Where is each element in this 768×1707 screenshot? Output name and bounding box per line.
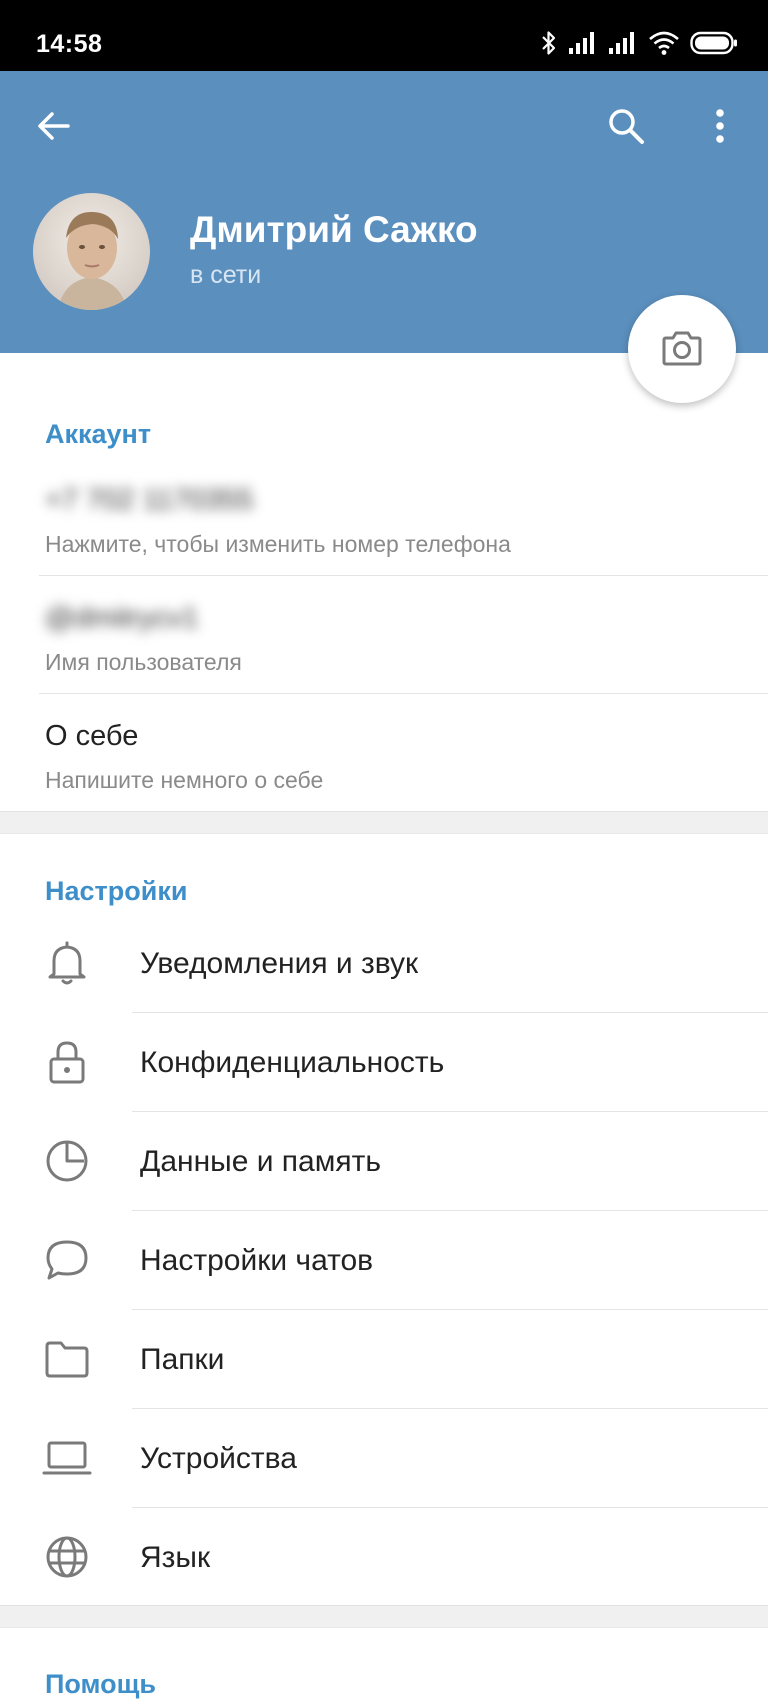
section-title-account: Аккаунт (45, 419, 152, 449)
signal-icon (569, 32, 594, 54)
back-button[interactable] (24, 96, 84, 156)
avatar-photo (33, 193, 150, 310)
phone-hint: Нажмите, чтобы изменить номер телефона (45, 531, 511, 557)
bell-icon (42, 938, 92, 988)
wifi-icon (649, 31, 679, 55)
section-title-settings: Настройки (45, 876, 188, 906)
profile-name: Дмитрий Сажко (190, 209, 478, 250)
username-hint: Имя пользователя (45, 649, 242, 675)
phone-row[interactable]: +7 702 1170355 Нажмите, чтобы изменить н… (0, 460, 768, 578)
section-separator (0, 1605, 768, 1628)
settings-item-notifications[interactable]: Уведомления и звук (0, 914, 768, 1013)
settings-item-label: Уведомления и звук (140, 947, 419, 980)
divider (39, 575, 768, 576)
status-icons (540, 26, 738, 60)
more-options-button[interactable] (690, 96, 750, 156)
set-photo-button[interactable] (628, 295, 736, 403)
settings-item-label: Устройства (140, 1442, 297, 1475)
pie-chart-icon (42, 1136, 92, 1186)
bio-row[interactable]: О себе Напишите немного о себе (0, 696, 768, 814)
status-bar: 14:58 (0, 0, 768, 71)
settings-item-label: Язык (140, 1541, 211, 1574)
search-button[interactable] (596, 96, 656, 156)
settings-item-devices[interactable]: Устройства (0, 1409, 768, 1508)
settings-item-label: Папки (140, 1343, 225, 1376)
battery-icon (690, 31, 737, 55)
avatar[interactable] (33, 193, 150, 310)
bio-hint: Напишите немного о себе (45, 767, 324, 793)
settings-item-label: Данные и память (140, 1145, 381, 1178)
more-vertical-icon (716, 109, 724, 143)
settings-item-label: Настройки чатов (140, 1244, 374, 1277)
settings-item-privacy[interactable]: Конфиденциальность (0, 1013, 768, 1112)
status-time: 14:58 (36, 30, 103, 58)
folder-icon (42, 1334, 92, 1384)
bio-value: О себе (45, 720, 139, 752)
settings-item-chat-settings[interactable]: Настройки чатов (0, 1211, 768, 1310)
signal-icon (609, 32, 634, 54)
section-separator (0, 811, 768, 834)
username-value: @dmitrycv1 (45, 602, 199, 634)
settings-item-data-storage[interactable]: Данные и память (0, 1112, 768, 1211)
chat-bubble-icon (42, 1235, 92, 1285)
globe-icon (42, 1532, 92, 1582)
username-row[interactable]: @dmitrycv1 Имя пользователя (0, 578, 768, 696)
divider (39, 693, 768, 694)
lock-icon (42, 1037, 92, 1087)
profile-status: в сети (190, 261, 262, 289)
settings-item-folders[interactable]: Папки (0, 1310, 768, 1409)
settings-item-label: Конфиденциальность (140, 1046, 445, 1079)
arrow-left-icon (38, 112, 70, 140)
laptop-icon (42, 1433, 92, 1483)
camera-icon (662, 331, 702, 366)
section-title-help: Помощь (45, 1669, 157, 1699)
bluetooth-icon (542, 31, 556, 55)
settings-item-language[interactable]: Язык (0, 1508, 768, 1607)
search-icon (609, 109, 644, 144)
phone-number: +7 702 1170355 (45, 484, 254, 516)
